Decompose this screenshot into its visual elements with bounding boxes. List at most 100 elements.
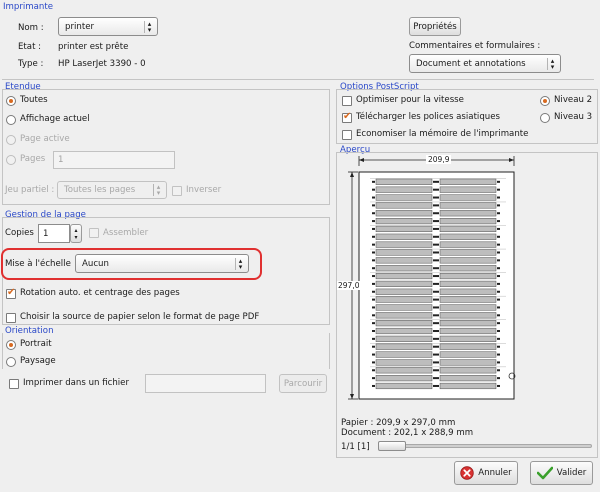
subset-combo[interactable]: Toutes les pages ▴ ▾ <box>57 181 167 199</box>
print-to-file-path-input[interactable] <box>145 374 266 393</box>
copies-input[interactable]: 1 <box>38 224 70 243</box>
print-to-file-checkbox[interactable] <box>9 379 19 389</box>
range-pages-label: Pages <box>20 154 46 164</box>
preview-row-marker <box>433 369 436 372</box>
preview-row-marker <box>436 290 439 293</box>
preview-text-block <box>375 288 433 295</box>
preview-row-marker <box>436 204 439 207</box>
properties-button[interactable]: Propriétés <box>409 17 461 36</box>
preview-row-marker <box>433 235 436 238</box>
preview-row-marker <box>497 243 500 246</box>
portrait-label: Portrait <box>20 339 52 349</box>
preview-row-marker <box>372 235 375 238</box>
comments-combo[interactable]: Document et annotations ▴ ▾ <box>409 54 561 73</box>
preview-row-marker <box>433 330 436 333</box>
range-all-radio[interactable] <box>6 96 16 106</box>
preview-row-marker <box>372 259 375 262</box>
preview-text-block <box>375 233 433 240</box>
preview-row-marker <box>436 220 439 223</box>
browse-button[interactable]: Parcourir <box>279 374 327 393</box>
paper-source-checkbox[interactable] <box>6 313 16 323</box>
comments-label: Commentaires et formulaires : <box>409 41 541 51</box>
preview-row-marker <box>372 243 375 246</box>
preview-text-block <box>439 320 497 327</box>
preview-row-marker <box>497 188 500 191</box>
preview-text-block <box>439 312 497 319</box>
landscape-radio[interactable] <box>6 357 16 367</box>
collate-label: Assembler <box>103 228 149 238</box>
preview-row-marker <box>436 314 439 317</box>
preview-page-slider[interactable] <box>378 444 592 448</box>
preview-text-block <box>375 335 433 342</box>
optimize-speed-checkbox[interactable] <box>342 96 352 106</box>
preview-row-marker <box>372 188 375 191</box>
preview-row-marker <box>433 180 436 183</box>
preview-text-block <box>375 186 433 193</box>
preview-text-block <box>375 320 433 327</box>
preview-text-block <box>375 225 433 233</box>
preview-row-marker <box>372 330 375 333</box>
level3-label: Niveau 3 <box>554 112 593 122</box>
preview-row-marker <box>433 188 436 191</box>
preview-text-block <box>375 343 433 350</box>
level3-radio[interactable] <box>540 113 550 123</box>
preview-text-block <box>375 194 433 201</box>
preview-row-marker <box>497 314 500 317</box>
reverse-checkbox[interactable] <box>172 186 182 196</box>
preview-row-marker <box>433 204 436 207</box>
preview-row-marker <box>497 330 500 333</box>
combo-arrows-icon: ▴ ▾ <box>144 20 154 33</box>
preview-text-block <box>375 265 433 272</box>
range-pages-input[interactable]: 1 <box>53 151 175 169</box>
copies-label: Copies <box>5 228 34 238</box>
autorotate-checkbox[interactable] <box>6 287 16 299</box>
preview-row-marker <box>372 306 375 309</box>
preview-row-marker <box>433 227 436 230</box>
cancel-button[interactable]: Annuler <box>454 461 518 485</box>
preview-height-label: 297,0 <box>337 281 361 290</box>
preview-row-marker <box>372 361 375 364</box>
preview-document-info: Document : 202,1 x 288,9 mm <box>341 428 474 438</box>
preview-row-marker <box>436 188 439 191</box>
preview-page-slider-thumb[interactable] <box>378 441 406 451</box>
cancel-label: Annuler <box>478 468 512 478</box>
autorotate-label: Rotation auto. et centrage des pages <box>20 288 180 298</box>
combo-arrows-icon: ▴ ▾ <box>235 257 245 270</box>
preview-text-block <box>439 343 497 350</box>
preview-row-marker <box>372 384 375 387</box>
preview-row-marker <box>372 267 375 270</box>
printer-name-value: printer <box>65 21 95 32</box>
preview-text-block <box>439 194 497 201</box>
range-current-view-radio[interactable] <box>6 115 16 125</box>
preview-row-marker <box>436 275 439 278</box>
landscape-label: Paysage <box>20 356 56 366</box>
preview-row-marker <box>433 322 436 325</box>
preview-row-marker <box>497 345 500 348</box>
collate-checkbox[interactable] <box>89 228 99 238</box>
range-active-page-radio[interactable] <box>6 135 16 145</box>
preview-row-marker <box>433 377 436 380</box>
preview-text-block <box>439 382 497 390</box>
download-asian-fonts-checkbox[interactable] <box>342 111 352 123</box>
preview-row-marker <box>433 345 436 348</box>
preview-row-marker <box>436 227 439 230</box>
portrait-radio[interactable] <box>6 340 16 350</box>
ok-button[interactable]: Valider <box>530 461 593 485</box>
preview-text-block <box>375 241 433 248</box>
preview-row-marker <box>372 204 375 207</box>
preview-row-marker <box>497 227 500 230</box>
save-memory-checkbox[interactable] <box>342 130 352 140</box>
range-pages-radio[interactable] <box>6 155 16 165</box>
preview-row-marker <box>372 369 375 372</box>
printer-name-combo[interactable]: printer ▴ ▾ <box>58 17 158 36</box>
preview-row-marker <box>436 322 439 325</box>
preview-row-marker <box>497 196 500 199</box>
preview-text-block <box>439 202 497 209</box>
preview-text-block <box>375 210 433 217</box>
scaling-combo[interactable]: Aucun ▴ ▾ <box>75 254 249 273</box>
preview-row-marker <box>497 282 500 285</box>
preview-row-marker <box>436 196 439 199</box>
copies-stepper[interactable]: ▴ ▾ <box>70 224 82 243</box>
preview-row-marker <box>497 337 500 340</box>
level2-radio[interactable] <box>540 96 550 106</box>
